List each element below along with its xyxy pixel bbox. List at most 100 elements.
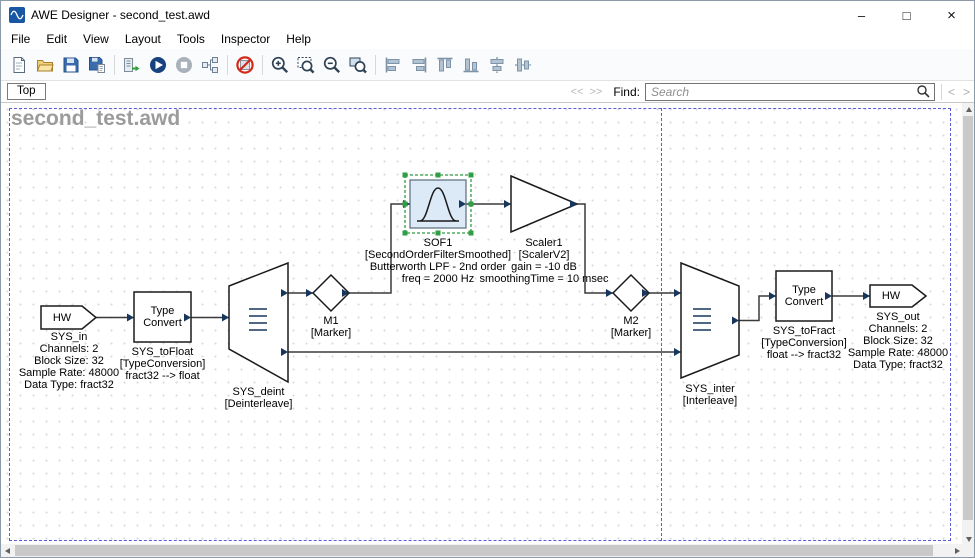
zoom-extents-button[interactable] xyxy=(293,52,319,78)
find-next-button[interactable]: > xyxy=(959,85,974,99)
new-icon xyxy=(9,55,29,75)
sys-in-shape-label: HW xyxy=(41,306,83,329)
caption-line: smoothingTime = 10 msec xyxy=(459,273,629,285)
new-button[interactable] xyxy=(6,52,32,78)
wire[interactable] xyxy=(739,296,776,321)
awe-logo-icon xyxy=(9,7,25,23)
caption-line: SYS_toFloat xyxy=(102,346,223,358)
align-bottom-button[interactable] xyxy=(458,52,484,78)
sys-tofloat-caption: SYS_toFloat [TypeConversion] fract32 -->… xyxy=(102,346,223,382)
caption-line: SYS_deint xyxy=(198,386,319,398)
block-sys-inter[interactable] xyxy=(681,263,739,378)
menu-layout[interactable]: Layout xyxy=(117,31,169,47)
m2-caption: M2 [Marker] xyxy=(591,315,671,339)
nav-back-button[interactable]: << xyxy=(571,86,584,98)
nav-forward-button[interactable]: >> xyxy=(589,86,602,98)
menu-help[interactable]: Help xyxy=(278,31,319,47)
stop-icon xyxy=(174,55,194,75)
caption-line: [Deinterleave] xyxy=(198,398,319,410)
vertical-scrollbar[interactable] xyxy=(962,103,974,546)
arrow-up-icon xyxy=(966,107,972,112)
disable-live-icon xyxy=(235,55,255,75)
menu-edit[interactable]: Edit xyxy=(38,31,75,47)
window-title: AWE Designer - second_test.awd xyxy=(31,8,839,22)
stop-button[interactable] xyxy=(171,52,197,78)
propagate-button[interactable] xyxy=(197,52,223,78)
zoom-selection-button[interactable] xyxy=(345,52,371,78)
zoom-out-button[interactable] xyxy=(319,52,345,78)
zoom-in-button[interactable] xyxy=(267,52,293,78)
scroll-up-button[interactable] xyxy=(962,103,975,116)
toolbar-separator xyxy=(114,55,115,75)
propagate-icon xyxy=(200,55,220,75)
disable-live-button[interactable] xyxy=(232,52,258,78)
caption-line: SYS_in xyxy=(9,331,129,343)
app-window: AWE Designer - second_test.awd – □ × Fil… xyxy=(0,0,975,558)
scaler1-caption: Scaler1 [ScalerV2] gain = -10 dB smoothi… xyxy=(459,237,629,285)
caption-line: Sample Rate: 48000 xyxy=(838,347,958,359)
caption-line: M1 xyxy=(291,315,371,327)
horizontal-scrollbar-thumb[interactable] xyxy=(15,545,933,556)
sys-inter-caption: SYS_inter [Interleave] xyxy=(650,383,770,407)
menu-inspector[interactable]: Inspector xyxy=(213,31,278,47)
connect-target-icon xyxy=(122,55,142,75)
block-sof1[interactable] xyxy=(410,180,466,228)
run-icon xyxy=(148,55,168,75)
align-left-button[interactable] xyxy=(380,52,406,78)
find-bar: Top << >> Find: < > xyxy=(1,81,974,103)
align-center-horizontal-icon xyxy=(487,55,507,75)
align-right-button[interactable] xyxy=(406,52,432,78)
zoom-selection-icon xyxy=(348,55,368,75)
scroll-left-button[interactable] xyxy=(1,544,14,557)
caption-line: [TypeConversion] xyxy=(102,358,223,370)
menu-tools[interactable]: Tools xyxy=(169,31,213,47)
menu-view[interactable]: View xyxy=(75,31,117,47)
caption-line: [Interleave] xyxy=(650,395,770,407)
minimize-button[interactable]: – xyxy=(839,1,884,29)
caption-line: Block Size: 32 xyxy=(838,335,958,347)
align-center-vertical-button[interactable] xyxy=(510,52,536,78)
align-left-icon xyxy=(383,55,403,75)
sys-tofract-shape-label: Type Convert xyxy=(776,271,832,321)
save-icon xyxy=(61,55,81,75)
caption-line: [Marker] xyxy=(291,327,371,339)
close-button[interactable]: × xyxy=(929,1,974,29)
tab-top[interactable]: Top xyxy=(7,83,46,100)
zoom-in-icon xyxy=(270,55,290,75)
caption-line: Data Type: fract32 xyxy=(838,359,958,371)
caption-line: SYS_out xyxy=(838,311,958,323)
save-as-button[interactable] xyxy=(84,52,110,78)
save-button[interactable] xyxy=(58,52,84,78)
find-prev-button[interactable]: < xyxy=(944,85,959,99)
menu-file[interactable]: File xyxy=(3,31,38,47)
align-center-horizontal-button[interactable] xyxy=(484,52,510,78)
save-as-icon xyxy=(87,55,107,75)
menu-bar: File Edit View Layout Tools Inspector He… xyxy=(1,29,974,49)
title-bar: AWE Designer - second_test.awd – □ × xyxy=(1,1,974,29)
toolbar-separator xyxy=(262,55,263,75)
maximize-button[interactable]: □ xyxy=(884,1,929,29)
arrow-right-icon xyxy=(955,548,960,554)
vertical-scrollbar-thumb[interactable] xyxy=(963,116,973,520)
toolbar-separator xyxy=(227,55,228,75)
design-canvas[interactable]: second_test.awd xyxy=(1,103,964,546)
sys-tofloat-shape-label: Type Convert xyxy=(134,292,191,342)
caption-line: SYS_inter xyxy=(650,383,770,395)
connect-target-button[interactable] xyxy=(119,52,145,78)
search-icon[interactable] xyxy=(916,84,931,99)
find-input[interactable] xyxy=(649,85,916,99)
toolbar xyxy=(1,49,974,81)
find-input-wrap xyxy=(645,83,935,101)
caption-line: Channels: 2 xyxy=(838,323,958,335)
horizontal-scrollbar[interactable] xyxy=(1,544,964,557)
arrow-down-icon xyxy=(966,537,972,542)
find-label: Find: xyxy=(613,85,640,99)
toolbar-separator xyxy=(375,55,376,75)
block-scaler1[interactable] xyxy=(511,176,577,232)
run-button[interactable] xyxy=(145,52,171,78)
caption-line: fract32 --> float xyxy=(102,370,223,382)
sys-deint-caption: SYS_deint [Deinterleave] xyxy=(198,386,319,410)
open-button[interactable] xyxy=(32,52,58,78)
window-controls: – □ × xyxy=(839,1,974,29)
align-top-button[interactable] xyxy=(432,52,458,78)
